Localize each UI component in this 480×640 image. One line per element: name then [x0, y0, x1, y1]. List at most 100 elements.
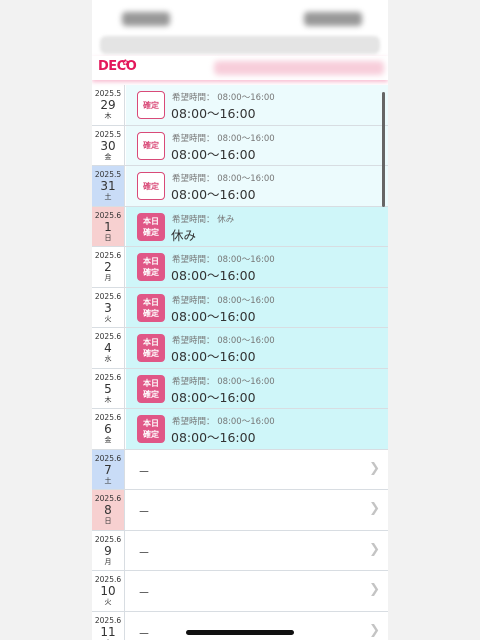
- schedule-row[interactable]: 2025.6 4 水 本日 確定 希望時間： 08:00〜16:00 08:00〜…: [92, 328, 388, 369]
- date-weekday: 土: [104, 476, 112, 485]
- date-day: 5: [104, 381, 112, 396]
- date-year: 2025.6: [94, 372, 122, 382]
- date-weekday: 木: [104, 395, 112, 404]
- shift-content-empty[interactable]: － ❯: [126, 612, 388, 640]
- schedule-row[interactable]: 2025.6 10 火 － ❯: [92, 571, 388, 612]
- shift-time: 08:00〜16:00: [171, 308, 256, 324]
- shift-content[interactable]: 本日 確定 希望時間： 08:00〜16:00 08:00〜16:00: [126, 328, 388, 368]
- schedule-row[interactable]: 2025.6 1 日 本日 確定 希望時間： 休み 休み: [92, 206, 388, 247]
- date-weekday: 月: [104, 557, 112, 566]
- date-day: 4: [104, 341, 112, 356]
- schedule-row[interactable]: 2025.6 6 金 本日 確定 希望時間： 08:00〜16:00 08:00〜…: [92, 409, 388, 450]
- shift-time: 08:00〜16:00: [171, 146, 256, 162]
- date-cell-sunday: 2025.6 1 日: [92, 206, 125, 246]
- app-header: DECO ✿: [92, 56, 388, 80]
- date-cell-saturday: 2025.6 7 土: [92, 449, 125, 489]
- shift-content[interactable]: 本日 確定 希望時間： 08:00〜16:00 08:00〜16:00: [126, 287, 388, 327]
- date-cell: 2025.5 29 木: [92, 85, 125, 125]
- no-shift-dash: －: [138, 545, 151, 560]
- date-year: 2025.6: [94, 332, 122, 342]
- date-cell: 2025.6 3 火: [92, 287, 125, 327]
- confirmed-badge: 確定: [137, 131, 165, 160]
- shift-time: 08:00〜16:00: [171, 389, 256, 405]
- date-weekday: 月: [104, 274, 112, 283]
- chevron-right-icon: ❯: [369, 582, 380, 597]
- schedule-row[interactable]: 2025.6 3 火 本日 確定 希望時間： 08:00〜16:00 08:00〜…: [92, 287, 388, 328]
- date-weekday: 火: [104, 314, 112, 323]
- shift-time: 08:00〜16:00: [171, 349, 256, 364]
- date-weekday: 日: [104, 517, 112, 526]
- today-confirmed-badge: 本日 確定: [137, 212, 165, 241]
- date-weekday: 日: [104, 233, 112, 242]
- no-shift-dash: －: [138, 586, 151, 600]
- shift-content-empty[interactable]: － ❯: [126, 571, 388, 611]
- date-day: 2: [104, 260, 112, 275]
- today-confirmed-badge: 本日 確定: [137, 293, 165, 322]
- date-cell: 2025.6 6 金: [92, 409, 125, 449]
- date-year: 2025.6: [94, 413, 122, 423]
- schedule-row[interactable]: 2025.5 30 金 確定 希望時間： 08:00〜16:00 08:00〜1…: [92, 125, 388, 166]
- today-confirmed-badge: 本日 確定: [137, 374, 165, 403]
- schedule-row[interactable]: 2025.6 2 月 本日 確定 希望時間： 08:00〜16:00 08:00〜…: [92, 247, 388, 288]
- shift-content[interactable]: 確定 希望時間： 08:00〜16:00 08:00〜16:00: [126, 166, 388, 206]
- today-confirmed-badge: 本日 確定: [137, 334, 165, 362]
- shift-time: 休み: [171, 227, 197, 243]
- schedule-row[interactable]: 2025.6 7 土 － ❯: [92, 449, 388, 490]
- date-cell: 2025.6 10 火: [92, 571, 125, 611]
- date-day: 6: [104, 422, 112, 437]
- date-day: 7: [104, 462, 112, 477]
- shift-time: 08:00〜16:00: [171, 430, 256, 445]
- hope-time-label: 希望時間： 休み: [172, 214, 235, 225]
- header-nav-blurred[interactable]: [214, 61, 384, 75]
- shift-content[interactable]: 本日 確定 希望時間： 08:00〜16:00 08:00〜16:00: [126, 409, 388, 449]
- chevron-right-icon: ❯: [369, 541, 380, 557]
- shift-content[interactable]: 確定 希望時間： 08:00〜16:00 08:00〜16:00: [126, 125, 388, 165]
- date-day: 10: [100, 584, 116, 599]
- shift-time: 08:00〜16:00: [171, 268, 256, 283]
- confirmed-badge: 確定: [137, 172, 165, 200]
- schedule-row[interactable]: 2025.5 29 木 確定 希望時間： 08:00〜16:00 08:00〜1…: [92, 85, 388, 126]
- no-shift-dash: －: [138, 505, 151, 519]
- date-cell: 2025.6 4 水: [92, 328, 125, 368]
- chevron-right-icon: ❯: [369, 460, 380, 476]
- date-cell-saturday: 2025.5 31 土: [92, 166, 125, 206]
- browser-url-bar[interactable]: [100, 36, 380, 54]
- date-cell: 2025.6 9 月: [92, 530, 125, 570]
- date-weekday: 木: [104, 112, 112, 121]
- logo-sparkle-icon: ✿: [122, 58, 129, 67]
- schedule-row[interactable]: 2025.6 8 日 － ❯: [92, 490, 388, 531]
- confirmed-badge: 確定: [137, 91, 165, 119]
- deco-logo[interactable]: DECO: [98, 59, 137, 74]
- schedule-row[interactable]: 2025.6 5 木 本日 確定 希望時間： 08:00〜16:00 08:00〜…: [92, 368, 388, 409]
- home-indicator[interactable]: [186, 630, 294, 635]
- shift-content[interactable]: 確定 希望時間： 08:00〜16:00 08:00〜16:00: [126, 85, 388, 125]
- date-weekday: 金: [104, 152, 112, 161]
- date-weekday: 金: [104, 436, 112, 445]
- date-year: 2025.5: [94, 89, 122, 99]
- date-weekday: 水: [104, 355, 112, 364]
- hope-time-label: 希望時間： 08:00〜16:00: [172, 417, 275, 427]
- date-day: 8: [104, 503, 112, 518]
- shift-content[interactable]: 本日 確定 希望時間： 休み 休み: [126, 206, 388, 246]
- shift-content[interactable]: 本日 確定 希望時間： 08:00〜16:00 08:00〜16:00: [126, 247, 388, 287]
- date-year: 2025.6: [94, 615, 122, 625]
- shift-content-empty[interactable]: － ❯: [126, 531, 388, 571]
- date-cell: 2025.6 11 水: [92, 611, 125, 640]
- date-cell-sunday: 2025.6 8 日: [92, 490, 125, 530]
- date-cell: 2025.6 2 月: [92, 247, 125, 287]
- shift-content-empty[interactable]: － ❯: [126, 490, 388, 530]
- date-day: 30: [100, 138, 116, 153]
- schedule-row[interactable]: 2025.6 9 月 － ❯: [92, 530, 388, 571]
- date-year: 2025.5: [94, 170, 122, 180]
- date-day: 31: [100, 179, 116, 194]
- status-time-blurred: [122, 12, 170, 26]
- schedule-row[interactable]: 2025.5 31 土 確定 希望時間： 08:00〜16:00 08:00〜1…: [92, 166, 388, 207]
- shift-content-empty[interactable]: － ❯: [126, 450, 388, 490]
- date-year: 2025.6: [94, 453, 122, 463]
- shift-content[interactable]: 本日 確定 希望時間： 08:00〜16:00 08:00〜16:00: [126, 368, 388, 408]
- scrollbar[interactable]: [382, 92, 385, 207]
- schedule-row[interactable]: 2025.6 11 水 － ❯: [92, 611, 388, 640]
- date-year: 2025.6: [94, 210, 122, 220]
- phone-screen: DECO ✿ 2025.5 29 木 確定 希望時間： 08:00〜16:00 …: [92, 0, 388, 640]
- date-day: 11: [100, 624, 116, 639]
